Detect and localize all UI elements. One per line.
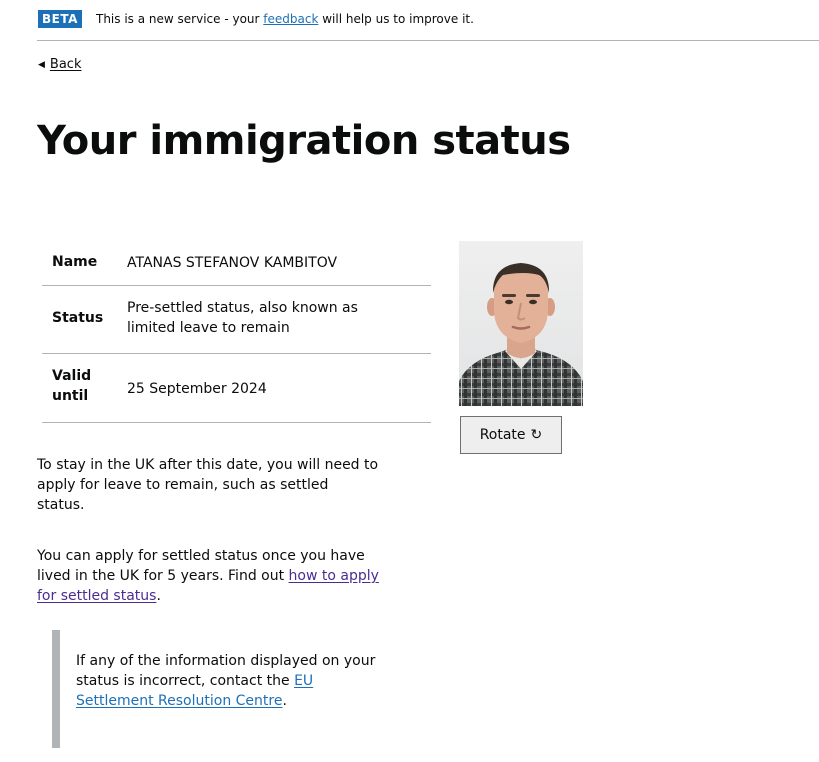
rotate-button-label: Rotate [479,427,526,443]
status-line-2: limited leave to remain [127,320,290,336]
how-to-apply-link-part-2[interactable]: for settled status [37,588,156,604]
valid-key-line-2: until [52,388,89,404]
summary-value-name: ATANAS STEFANOV KAMBITOV [127,255,338,271]
summary-row-status: Status Pre-settled status, also known as… [42,286,431,354]
rotate-clockwise-icon: ↻ [530,427,543,443]
summary-key-valid-until: Valid until [52,366,91,406]
beta-tag: BETA [38,10,82,28]
stay-in-uk-paragraph: To stay in the UK after this date, you w… [37,455,437,515]
inset-text: If any of the information displayed on y… [76,651,421,711]
summary-value-status: Pre-settled status, also known as limite… [127,298,358,338]
summary-value-valid-until: 25 September 2024 [127,381,267,397]
inset-line-1: If any of the information displayed on y… [76,653,376,669]
profile-photo-image [459,241,583,406]
how-to-apply-link-part-1[interactable]: how to apply [289,568,379,584]
profile-photo [459,241,583,406]
eu-settlement-link-part-1[interactable]: EU [294,673,313,689]
summary-key-name: Name [52,254,98,270]
para2-line-1: You can apply for settled status once yo… [37,548,365,564]
page-title: Your immigration status [37,118,571,164]
para1-line-1: To stay in the UK after this date, you w… [37,457,379,473]
back-chevron-icon: ◀ [38,60,45,70]
summary-key-status: Status [52,310,104,326]
valid-key-line-1: Valid [52,368,92,384]
rotate-button[interactable]: Rotate ↻ [460,416,562,454]
status-line-1: Pre-settled status, also known as [127,300,358,316]
para1-line-3: status. [37,497,85,513]
banner-text-after: will help us to improve it. [318,12,474,26]
feedback-link[interactable]: feedback [263,12,318,26]
back-link-label: Back [49,57,82,72]
phase-banner-text: This is a new service - your feedback wi… [96,11,474,27]
inset-border [52,630,60,748]
summary-row-valid-until: Valid until 25 September 2024 [42,354,431,423]
summary-row-name: Name ATANAS STEFANOV KAMBITOV [42,241,431,286]
para2-line-2: lived in the UK for 5 years. Find out [37,568,289,584]
inset-line-3-end: . [282,693,287,709]
eu-settlement-link-part-2[interactable]: Settlement Resolution Centre [76,693,282,709]
para2-line-3-end: . [156,588,161,604]
settled-status-paragraph: You can apply for settled status once yo… [37,546,437,606]
back-link[interactable]: ◀ Back [38,56,81,74]
para1-line-2: apply for leave to remain, such as settl… [37,477,329,493]
banner-text-before: This is a new service - your [96,12,264,26]
inset-line-2: status is incorrect, contact the [76,673,295,689]
